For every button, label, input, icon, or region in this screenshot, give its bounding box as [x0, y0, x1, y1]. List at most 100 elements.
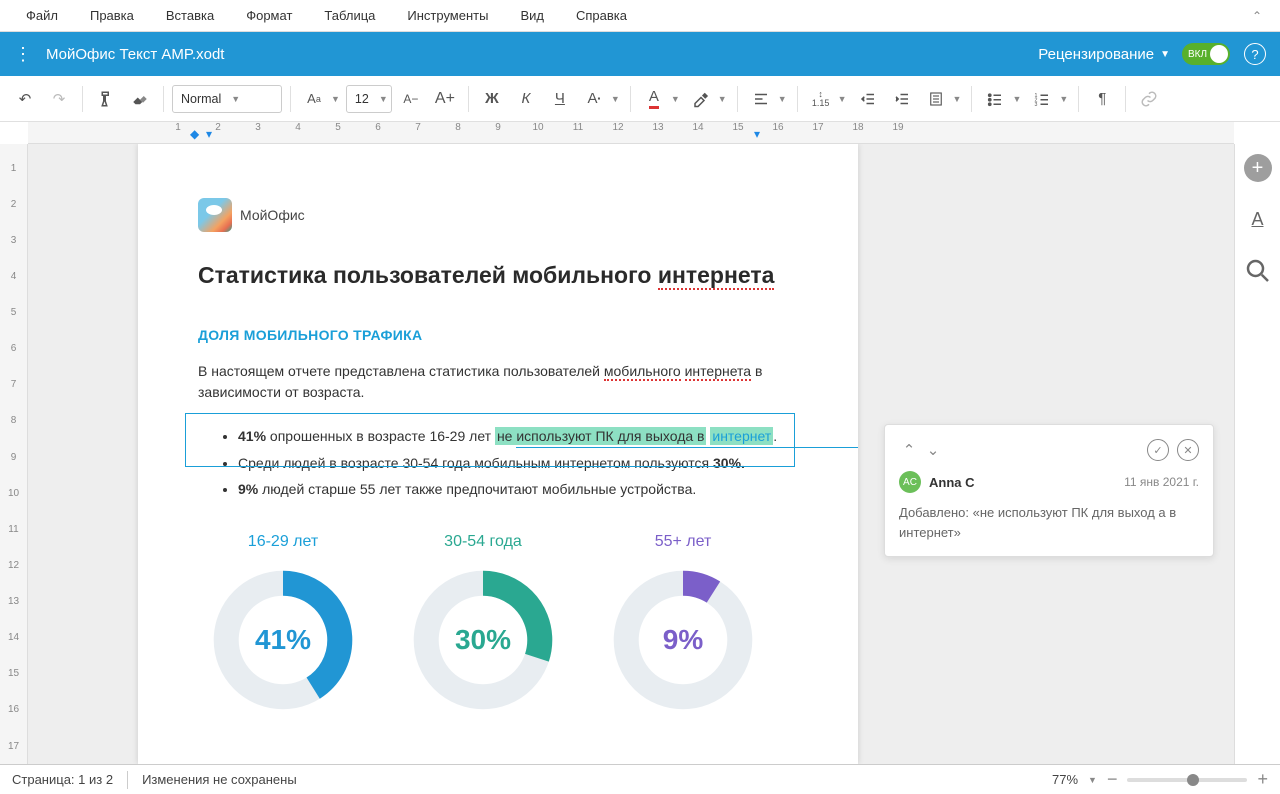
- zoom-in-icon[interactable]: +: [1257, 769, 1268, 790]
- page-setup-icon[interactable]: [921, 84, 951, 114]
- chart-1: 16-29 лет 41%: [208, 533, 358, 715]
- logo: МойОфис: [198, 198, 798, 232]
- chart-2: 30-54 года 30%: [408, 533, 558, 715]
- status-bar: Страница: 1 из 2 Изменения не сохранены …: [0, 764, 1280, 794]
- font-family-icon[interactable]: Aa: [299, 84, 329, 114]
- bold-icon[interactable]: Ж: [477, 84, 507, 114]
- numbered-list-dropdown[interactable]: ▼: [1059, 94, 1068, 104]
- clear-format-icon[interactable]: [125, 84, 155, 114]
- menu-help[interactable]: Справка: [560, 8, 643, 23]
- comment-prev-icon[interactable]: ⌃: [899, 441, 919, 459]
- add-comment-icon[interactable]: +: [1244, 154, 1272, 182]
- font-panel-icon[interactable]: A: [1243, 204, 1273, 234]
- svg-text:3: 3: [1035, 101, 1038, 107]
- link-icon[interactable]: [1134, 84, 1164, 114]
- menu-format[interactable]: Формат: [230, 8, 308, 23]
- increase-indent-icon[interactable]: [887, 84, 917, 114]
- title-bar: ⋮ МойОфис Текст AMP.xodt Рецензирование▼…: [0, 32, 1280, 76]
- italic-icon[interactable]: К: [511, 84, 541, 114]
- vertical-ruler[interactable]: 1234567891011121314151617: [0, 144, 28, 764]
- indent-marker-left[interactable]: ◆: [190, 127, 199, 141]
- font-color-icon[interactable]: A: [639, 84, 669, 114]
- undo-icon[interactable]: ↶: [10, 84, 40, 114]
- search-icon[interactable]: [1243, 256, 1273, 286]
- apps-icon[interactable]: ⋮: [14, 44, 32, 65]
- side-panel: + A: [1234, 144, 1280, 764]
- menu-view[interactable]: Вид: [504, 8, 560, 23]
- paint-format-icon[interactable]: [91, 84, 121, 114]
- menu-tools[interactable]: Инструменты: [391, 8, 504, 23]
- numbered-list-icon[interactable]: 123: [1027, 84, 1057, 114]
- comment-author: Anna C: [929, 475, 975, 490]
- menu-insert[interactable]: Вставка: [150, 8, 230, 23]
- indent-marker-right[interactable]: ▾: [754, 127, 760, 141]
- page-indicator[interactable]: Страница: 1 из 2: [12, 772, 113, 787]
- horizontal-ruler[interactable]: 12345678910111213141516171819 ◆ ▾ ▾: [28, 122, 1234, 144]
- font-size-dropdown[interactable]: 12▼: [346, 85, 392, 113]
- menu-edit[interactable]: Правка: [74, 8, 150, 23]
- zoom-out-icon[interactable]: −: [1107, 769, 1118, 790]
- line-spacing-dropdown[interactable]: ▼: [838, 94, 847, 104]
- indent-marker-first[interactable]: ▾: [206, 127, 212, 141]
- menu-bar: Файл Правка Вставка Формат Таблица Инстр…: [0, 0, 1280, 32]
- collapse-ribbon-icon[interactable]: ⌃: [1244, 9, 1270, 23]
- menu-file[interactable]: Файл: [10, 8, 74, 23]
- redo-icon[interactable]: ↷: [44, 84, 74, 114]
- more-text-icon[interactable]: A▪: [579, 84, 609, 114]
- bullet-list-icon[interactable]: [980, 84, 1010, 114]
- comment-connector: [516, 447, 858, 448]
- align-dropdown[interactable]: ▼: [778, 94, 787, 104]
- comment-next-icon[interactable]: ⌄: [923, 441, 943, 459]
- logo-text: МойОфис: [240, 207, 305, 223]
- chart-value: 41%: [208, 565, 358, 715]
- page-setup-dropdown[interactable]: ▼: [953, 94, 962, 104]
- chart-title: 16-29 лет: [248, 533, 318, 551]
- toolbar: ↶ ↷ Normal▼ Aa▼ 12▼ A− A+ Ж К Ч A▪▼ A▼ ▼…: [0, 76, 1280, 122]
- bullet-list[interactable]: 41% опрошенных в возрасте 16-29 лет не и…: [198, 423, 798, 503]
- highlight-icon[interactable]: [686, 84, 716, 114]
- font-family-dropdown[interactable]: ▼: [331, 94, 340, 104]
- save-status: Изменения не сохранены: [142, 772, 297, 787]
- review-dropdown[interactable]: Рецензирование▼: [1038, 46, 1170, 63]
- charts-row: 16-29 лет 41% 30-54 года 30% 55+ лет: [198, 533, 798, 715]
- chart-value: 9%: [608, 565, 758, 715]
- highlight-dropdown[interactable]: ▼: [718, 94, 727, 104]
- more-text-dropdown[interactable]: ▼: [611, 94, 620, 104]
- document-canvas[interactable]: МойОфис Статистика пользователей мобильн…: [28, 144, 1234, 764]
- list-item[interactable]: 41% опрошенных в возрасте 16-29 лет не и…: [238, 423, 798, 450]
- style-dropdown[interactable]: Normal▼: [172, 85, 282, 113]
- comment-panel[interactable]: ⌃⌄ ✓ ✕ AC Anna C 11 янв 2021 г. Добавлен…: [884, 424, 1214, 557]
- list-item[interactable]: Среди людей в возрасте 30-54 года мобиль…: [238, 450, 798, 477]
- zoom-value[interactable]: 77%: [1052, 772, 1078, 787]
- heading-2[interactable]: ДОЛЯ МОБИЛЬНОГО ТРАФИКА: [198, 327, 798, 343]
- zoom-dropdown-icon[interactable]: ▼: [1088, 775, 1097, 785]
- font-color-dropdown[interactable]: ▼: [671, 94, 680, 104]
- heading-1[interactable]: Статистика пользователей мобильного инте…: [198, 262, 798, 289]
- chart-title: 30-54 года: [444, 533, 522, 551]
- help-icon[interactable]: ?: [1244, 43, 1266, 65]
- underline-icon[interactable]: Ч: [545, 84, 575, 114]
- list-item[interactable]: 9% людей старше 55 лет также предпочитаю…: [238, 476, 798, 503]
- increase-font-icon[interactable]: A+: [430, 84, 460, 114]
- line-spacing-icon[interactable]: ↕1.15: [806, 84, 836, 114]
- chart-title: 55+ лет: [655, 533, 712, 551]
- comment-accept-icon[interactable]: ✓: [1147, 439, 1169, 461]
- chart-3: 55+ лет 9%: [608, 533, 758, 715]
- decrease-font-icon[interactable]: A−: [396, 84, 426, 114]
- page[interactable]: МойОфис Статистика пользователей мобильн…: [138, 144, 858, 764]
- chart-value: 30%: [408, 565, 558, 715]
- zoom-slider[interactable]: [1127, 778, 1247, 782]
- document-title: МойОфис Текст AMP.xodt: [46, 46, 1038, 63]
- menu-table[interactable]: Таблица: [308, 8, 391, 23]
- review-toggle[interactable]: ВКЛ: [1182, 43, 1230, 65]
- avatar: AC: [899, 471, 921, 493]
- decrease-indent-icon[interactable]: [853, 84, 883, 114]
- paragraph-icon[interactable]: ¶: [1087, 84, 1117, 114]
- comment-reject-icon[interactable]: ✕: [1177, 439, 1199, 461]
- comment-body: Добавлено: «не используют ПК для выход а…: [899, 503, 1199, 542]
- logo-icon: [198, 198, 232, 232]
- align-icon[interactable]: [746, 84, 776, 114]
- paragraph[interactable]: В настоящем отчете представлена статисти…: [198, 361, 798, 403]
- bullet-list-dropdown[interactable]: ▼: [1012, 94, 1021, 104]
- comment-date: 11 янв 2021 г.: [1124, 475, 1199, 489]
